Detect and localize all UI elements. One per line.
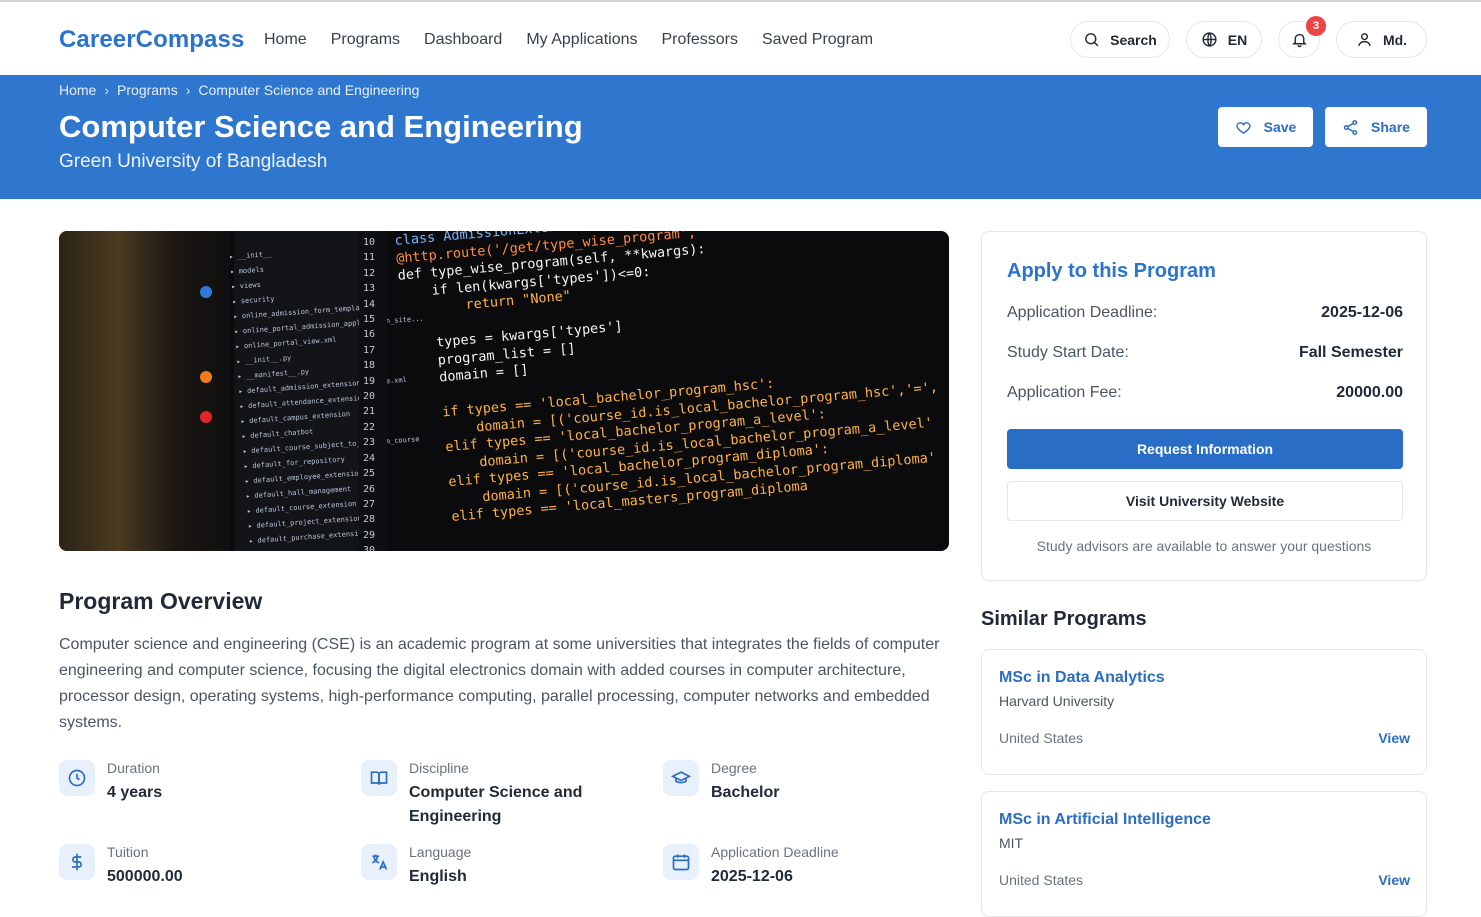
- program-banner: Home › Programs › Computer Science and E…: [0, 75, 1481, 199]
- similar-program-country: United States: [999, 872, 1084, 888]
- hero-dot: [200, 371, 212, 383]
- search-label: Search: [1110, 31, 1157, 48]
- search-icon: [1085, 33, 1099, 47]
- share-label: Share: [1371, 119, 1410, 135]
- advisor-note: Study advisors are available to answer y…: [1036, 538, 1372, 554]
- overview-text: Computer science and engineering (CSE) i…: [59, 636, 940, 731]
- university-name: Green University of Bangladesh: [59, 151, 328, 172]
- page-title: Computer Science and Engineering: [59, 109, 583, 144]
- hero-line-numbers: 10 11 12 13 14 15 16 17 18 19 20 21 22 2…: [363, 237, 376, 551]
- similar-program-card[interactable]: MSc in Data Analytics Harvard University…: [981, 649, 1427, 775]
- nav-saved-program[interactable]: Saved Program: [762, 31, 873, 49]
- hero-code: class AdmissionExtension(http.Controller…: [394, 231, 946, 529]
- nav-professors[interactable]: Professors: [662, 31, 738, 49]
- apply-heading: Apply to this Program: [1007, 260, 1216, 282]
- dollar-icon: [59, 844, 95, 880]
- user-icon: [1358, 33, 1371, 47]
- apply-row-label: Study Start Date:: [1007, 344, 1129, 361]
- apply-row-start-date: Study Start Date: Fall Semester: [1007, 344, 1403, 362]
- nav-home[interactable]: Home: [264, 31, 307, 49]
- apply-row-value: 2025-12-06: [1321, 304, 1403, 321]
- fact-value: Bachelor: [711, 784, 780, 801]
- graduation-cap-icon: [663, 760, 699, 796]
- apply-row-label: Application Fee:: [1007, 384, 1122, 401]
- main-nav: Home Programs Dashboard My Applications …: [264, 31, 897, 49]
- notification-badge: 3: [1306, 16, 1326, 36]
- language-label: EN: [1227, 31, 1248, 48]
- overview-heading: Program Overview: [59, 588, 263, 614]
- breadcrumb-home[interactable]: Home: [59, 82, 96, 98]
- apply-row-deadline: Application Deadline: 2025-12-06: [1007, 304, 1403, 322]
- globe-icon: [1202, 32, 1217, 47]
- breadcrumb-separator: ›: [185, 82, 191, 98]
- fact-value: 2025-12-06: [711, 868, 793, 885]
- share-button[interactable]: Share: [1325, 107, 1427, 147]
- visit-university-website-button[interactable]: Visit University Website: [1007, 481, 1403, 521]
- heart-icon: [1236, 121, 1251, 134]
- fact-value: Computer Science and Engineering: [409, 784, 583, 825]
- breadcrumb-programs[interactable]: Programs: [117, 82, 178, 98]
- apply-row-label: Application Deadline:: [1007, 304, 1158, 321]
- breadcrumb: Home › Programs › Computer Science and E…: [59, 82, 419, 98]
- fact-label: Language: [409, 844, 472, 860]
- similar-program-country: United States: [999, 730, 1084, 746]
- fact-label: Tuition: [107, 844, 149, 860]
- user-label: Md.: [1382, 31, 1408, 48]
- save-label: Save: [1263, 119, 1297, 135]
- fact-value: 4 years: [107, 784, 163, 801]
- calendar-icon: [663, 844, 699, 880]
- apply-card: Apply to this Program Application Deadli…: [981, 231, 1427, 581]
- fact-value: English: [409, 868, 467, 885]
- fact-label: Application Deadline: [711, 844, 839, 860]
- brand-logo[interactable]: CareerCompass: [59, 26, 244, 54]
- similar-program-title[interactable]: MSc in Artificial Intelligence: [999, 811, 1211, 829]
- apply-row-fee: Application Fee: 20000.00: [1007, 384, 1403, 402]
- fact-label: Degree: [711, 760, 757, 776]
- user-menu-button[interactable]: Md.: [1336, 21, 1427, 58]
- apply-row-value: Fall Semester: [1298, 344, 1403, 361]
- similar-program-title[interactable]: MSc in Data Analytics: [999, 669, 1165, 687]
- program-hero-image: ▸ __init__ ▸ models ▸ views ▸ security ▸…: [59, 231, 949, 551]
- similar-program-view-link[interactable]: View: [1378, 730, 1410, 746]
- site-header: CareerCompass Home Programs Dashboard My…: [0, 2, 1481, 75]
- fact-label: Discipline: [409, 760, 469, 776]
- nav-dashboard[interactable]: Dashboard: [424, 31, 502, 49]
- fact-label: Duration: [107, 760, 160, 776]
- nav-my-applications[interactable]: My Applications: [526, 31, 637, 49]
- similar-program-university: MIT: [999, 835, 1024, 851]
- similar-program-view-link[interactable]: View: [1378, 872, 1410, 888]
- fact-value: 500000.00: [107, 868, 183, 885]
- save-button[interactable]: Save: [1218, 107, 1313, 147]
- language-icon: [361, 844, 397, 880]
- clock-icon: [59, 760, 95, 796]
- book-icon: [361, 760, 397, 796]
- language-button[interactable]: EN: [1186, 21, 1262, 58]
- similar-program-university: Harvard University: [999, 693, 1115, 709]
- share-icon: [1343, 119, 1358, 135]
- nav-programs[interactable]: Programs: [331, 31, 400, 49]
- similar-programs-heading: Similar Programs: [981, 608, 1147, 630]
- bell-icon: [1291, 33, 1307, 48]
- breadcrumb-separator: ›: [104, 82, 110, 98]
- hero-background-blur: [59, 231, 229, 551]
- search-button[interactable]: Search: [1070, 21, 1170, 58]
- hero-dot: [200, 411, 212, 423]
- breadcrumb-current: Computer Science and Engineering: [198, 82, 420, 98]
- request-information-button[interactable]: Request Information: [1007, 429, 1403, 469]
- apply-row-value: 20000.00: [1336, 384, 1403, 401]
- similar-program-card[interactable]: MSc in Artificial Intelligence MIT Unite…: [981, 791, 1427, 917]
- hero-dot: [200, 286, 212, 298]
